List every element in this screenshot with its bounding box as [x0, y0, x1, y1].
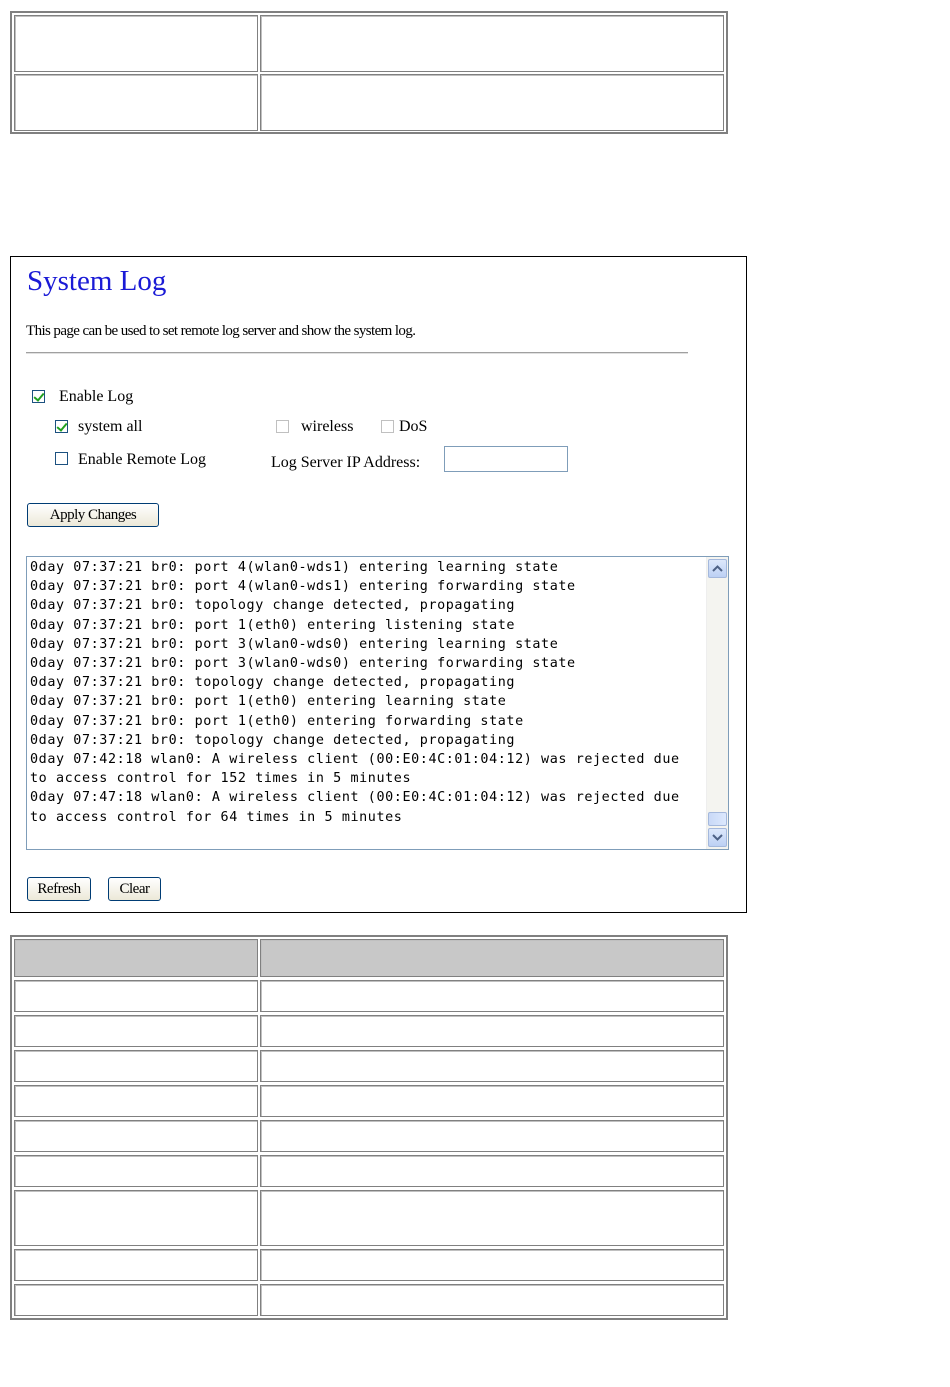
table-cell — [260, 1155, 724, 1187]
table-row — [12, 74, 726, 131]
table-row — [12, 1284, 726, 1316]
table-cell — [14, 1190, 258, 1246]
table-cell — [14, 15, 258, 72]
enable-remote-log-label: Enable Remote Log — [78, 451, 206, 468]
log-text: 0day 07:37:21 br0: port 4(wlan0-wds1) en… — [30, 560, 680, 825]
refresh-button[interactable]: Refresh — [27, 877, 91, 901]
table-cell — [14, 1120, 258, 1152]
table-cell — [14, 980, 258, 1012]
table-cell — [14, 1015, 258, 1047]
table-cell — [260, 1190, 724, 1246]
table-cell — [260, 1015, 724, 1047]
table-row — [12, 1155, 726, 1187]
table-cell — [14, 74, 258, 131]
clear-button[interactable]: Clear — [108, 877, 161, 901]
table-cell — [14, 1050, 258, 1082]
table-row — [12, 1120, 726, 1152]
table-cell — [260, 74, 724, 131]
scroll-down-button[interactable] — [708, 828, 727, 847]
page-title: System Log — [27, 265, 167, 297]
system-log-textarea[interactable]: 0day 07:37:21 br0: port 4(wlan0-wds1) en… — [26, 556, 729, 850]
log-server-ip-input[interactable] — [444, 446, 568, 472]
table-cell — [260, 1284, 724, 1316]
scroll-up-button[interactable] — [708, 559, 727, 578]
table-header-cell — [14, 939, 258, 977]
table-row — [12, 1050, 726, 1082]
table-header-cell — [260, 939, 724, 977]
table-row — [12, 1015, 726, 1047]
log-server-ip-label: Log Server IP Address: — [271, 454, 421, 471]
divider — [26, 352, 688, 354]
top-table — [10, 11, 728, 134]
page-description: This page can be used to set remote log … — [26, 323, 416, 339]
enable-remote-log-checkbox[interactable] — [55, 452, 68, 465]
table-cell — [14, 1284, 258, 1316]
chevron-down-icon — [712, 834, 723, 841]
table-row — [12, 1085, 726, 1117]
bottom-table — [10, 935, 728, 1320]
dos-checkbox[interactable] — [381, 420, 394, 433]
table-cell — [260, 980, 724, 1012]
chevron-up-icon — [712, 565, 723, 572]
system-all-label: system all — [78, 418, 143, 435]
system-all-checkbox[interactable] — [55, 420, 68, 433]
table-cell — [14, 1085, 258, 1117]
table-cell — [260, 1050, 724, 1082]
apply-changes-button[interactable]: Apply Changes — [27, 503, 159, 527]
system-log-panel: System Log This page can be used to set … — [10, 256, 747, 913]
table-cell — [14, 1249, 258, 1281]
log-scrollbar[interactable] — [706, 557, 728, 849]
table-header-row — [12, 939, 726, 977]
scroll-thumb[interactable] — [708, 812, 727, 826]
dos-label: DoS — [399, 418, 428, 435]
table-row — [12, 1190, 726, 1246]
table-cell — [260, 1120, 724, 1152]
enable-log-label: Enable Log — [59, 388, 134, 405]
table-row — [12, 1249, 726, 1281]
wireless-label: wireless — [301, 418, 354, 435]
table-cell — [260, 1249, 724, 1281]
table-row — [12, 15, 726, 72]
enable-log-checkbox[interactable] — [32, 390, 45, 403]
table-row — [12, 980, 726, 1012]
table-cell — [260, 15, 724, 72]
table-cell — [260, 1085, 724, 1117]
wireless-checkbox[interactable] — [276, 420, 289, 433]
table-cell — [14, 1155, 258, 1187]
